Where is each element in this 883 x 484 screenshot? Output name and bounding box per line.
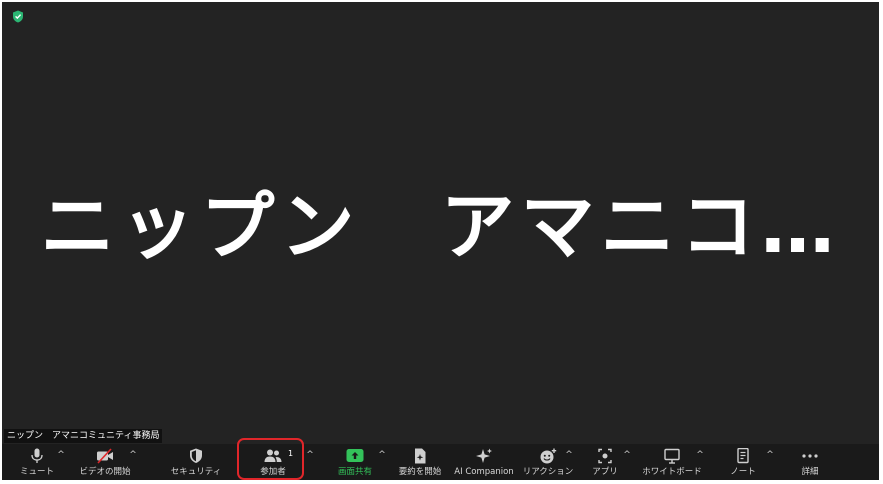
participants-button[interactable]: 1 参加者 — [244, 444, 302, 480]
encryption-shield-icon[interactable] — [12, 10, 24, 23]
whiteboard-options-caret[interactable]: ^ — [696, 451, 704, 460]
start-video-label: ビデオの開始 — [79, 467, 131, 477]
notes-icon — [737, 448, 749, 464]
participant-display-name: ニップン アマニコ… — [40, 184, 841, 270]
ai-companion-button[interactable]: AI Companion — [450, 444, 518, 480]
apps-label: アプリ — [592, 467, 618, 477]
ai-companion-label: AI Companion — [454, 467, 514, 477]
video-options-caret[interactable]: ^ — [129, 451, 137, 460]
sparkle-icon — [476, 448, 492, 463]
start-video-button[interactable]: ビデオの開始 — [74, 444, 136, 480]
meeting-toolbar: ミュート ^ ビデオの開始 ^ セキュリティ 1 参加者 ^ 画面共有 ^ 要約… — [2, 444, 879, 480]
reactions-options-caret[interactable]: ^ — [565, 451, 573, 460]
meeting-window: ニップン アマニコ… ニップン アマニコミュニティ事務局 ミュート ^ ビデオの… — [2, 2, 879, 480]
video-off-icon — [97, 448, 113, 464]
mute-button[interactable]: ミュート — [16, 444, 58, 480]
share-screen-button[interactable]: 画面共有 — [330, 444, 380, 480]
security-label: セキュリティ — [170, 467, 222, 477]
audio-options-caret[interactable]: ^ — [57, 451, 65, 460]
document-sparkle-icon — [415, 448, 426, 464]
emoji-plus-icon — [540, 448, 557, 464]
more-dots-icon — [802, 454, 818, 458]
apps-icon — [598, 448, 612, 464]
participant-count: 1 — [288, 449, 294, 458]
notes-options-caret[interactable]: ^ — [766, 451, 774, 460]
participants-icon — [264, 449, 282, 462]
more-label: 詳細 — [801, 467, 819, 477]
participants-options-caret[interactable]: ^ — [306, 451, 314, 460]
notes-label: ノート — [730, 467, 756, 477]
whiteboard-button[interactable]: ホワイトボード — [640, 444, 704, 480]
mute-label: ミュート — [19, 467, 54, 477]
start-summary-label: 要約を開始 — [398, 467, 442, 477]
notes-button[interactable]: ノート — [720, 444, 766, 480]
share-screen-label: 画面共有 — [337, 467, 372, 477]
reactions-label: リアクション — [522, 467, 574, 477]
security-button[interactable]: セキュリティ — [170, 444, 222, 480]
microphone-icon — [31, 448, 43, 463]
participant-name-tag: ニップン アマニコミュニティ事務局 — [4, 429, 163, 443]
apps-options-caret[interactable]: ^ — [623, 451, 631, 460]
whiteboard-icon — [664, 448, 680, 464]
shield-icon — [190, 448, 202, 463]
more-button[interactable]: 詳細 — [790, 444, 830, 480]
whiteboard-label: ホワイトボード — [642, 467, 702, 477]
share-screen-icon — [346, 449, 364, 462]
share-options-caret[interactable]: ^ — [378, 451, 386, 460]
apps-button[interactable]: アプリ — [587, 444, 623, 480]
participants-label: 参加者 — [260, 467, 286, 477]
start-summary-button[interactable]: 要約を開始 — [394, 444, 446, 480]
